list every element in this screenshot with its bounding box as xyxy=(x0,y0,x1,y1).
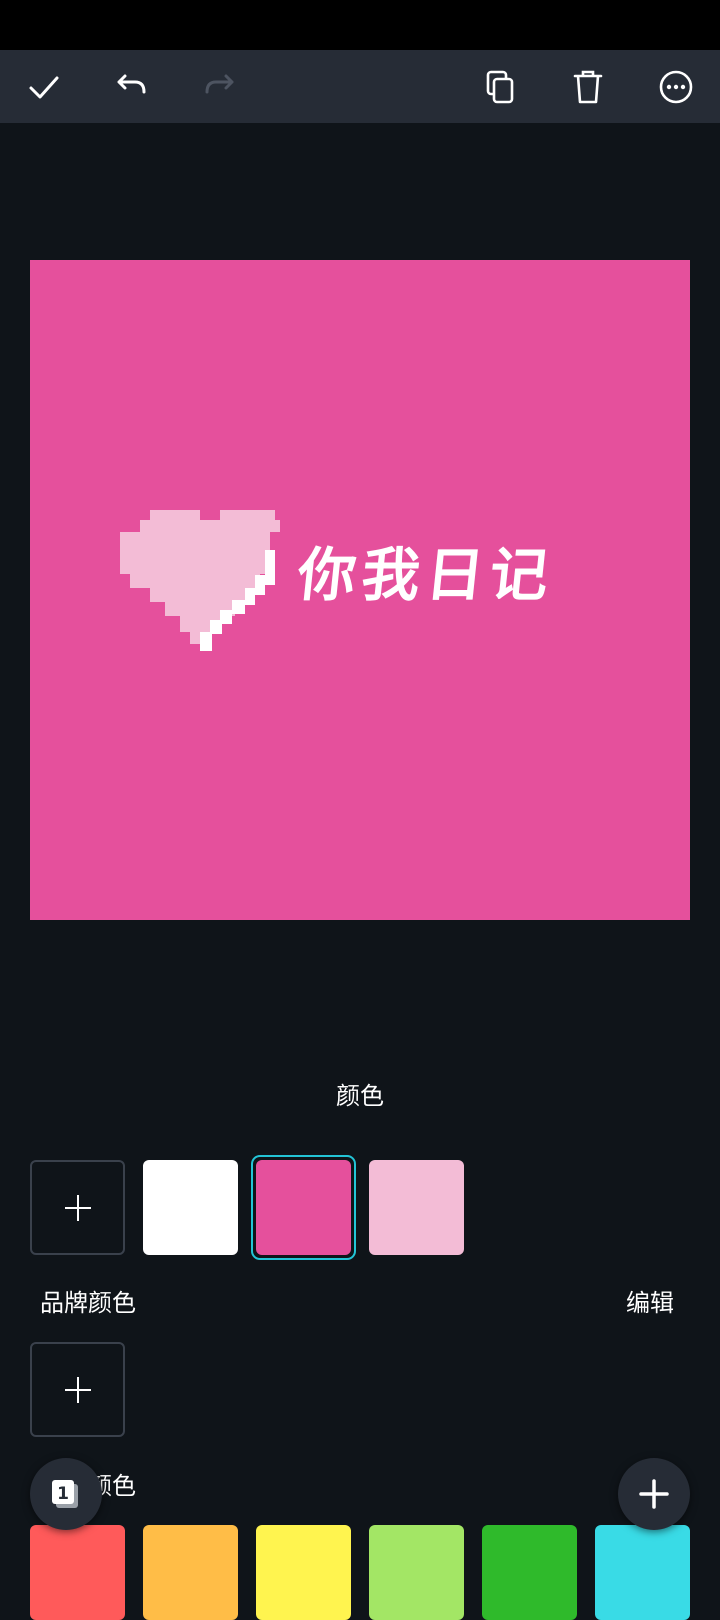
top-toolbar xyxy=(0,50,720,123)
pixel-heart-graphic xyxy=(120,510,280,651)
default-color-swatch[interactable] xyxy=(30,1525,125,1620)
color-swatch[interactable] xyxy=(369,1160,464,1255)
trash-icon xyxy=(573,70,603,104)
default-color-swatch[interactable] xyxy=(143,1525,238,1620)
plus-icon xyxy=(64,1194,91,1221)
add-element-button[interactable] xyxy=(618,1458,690,1530)
logo-text[interactable]: 你我日记 xyxy=(293,530,558,620)
check-icon xyxy=(29,76,59,99)
undo-icon xyxy=(117,74,146,94)
undo-button[interactable] xyxy=(106,62,156,112)
add-color-button[interactable] xyxy=(30,1160,125,1255)
color-swatch[interactable] xyxy=(143,1160,238,1255)
more-options-button[interactable] xyxy=(651,62,701,112)
copy-icon xyxy=(486,70,514,104)
default-color-swatch[interactable] xyxy=(256,1525,351,1620)
duplicate-button[interactable] xyxy=(475,62,525,112)
pages-icon: 1 xyxy=(52,1480,78,1508)
pages-button[interactable]: 1 xyxy=(30,1458,102,1530)
plus-icon xyxy=(64,1376,91,1403)
edit-brand-button[interactable]: 编辑 xyxy=(626,1283,674,1318)
page-count: 1 xyxy=(57,1484,69,1504)
default-color-swatch[interactable] xyxy=(595,1525,690,1620)
delete-button[interactable] xyxy=(563,62,613,112)
default-color-swatch[interactable] xyxy=(369,1525,464,1620)
color-swatch[interactable] xyxy=(256,1160,351,1255)
panel-title: 颜色 xyxy=(336,1082,384,1110)
plus-icon xyxy=(639,1479,669,1509)
design-canvas[interactable]: 你我日记 xyxy=(30,260,690,920)
redo-icon xyxy=(205,74,234,94)
add-brand-color-button[interactable] xyxy=(30,1342,125,1437)
redo-button[interactable] xyxy=(195,62,245,112)
status-bar xyxy=(0,0,720,50)
confirm-button[interactable] xyxy=(19,62,69,112)
more-icon xyxy=(659,70,693,104)
default-color-swatch[interactable] xyxy=(482,1525,577,1620)
brand-colors-label: 品牌颜色 xyxy=(40,1289,136,1317)
